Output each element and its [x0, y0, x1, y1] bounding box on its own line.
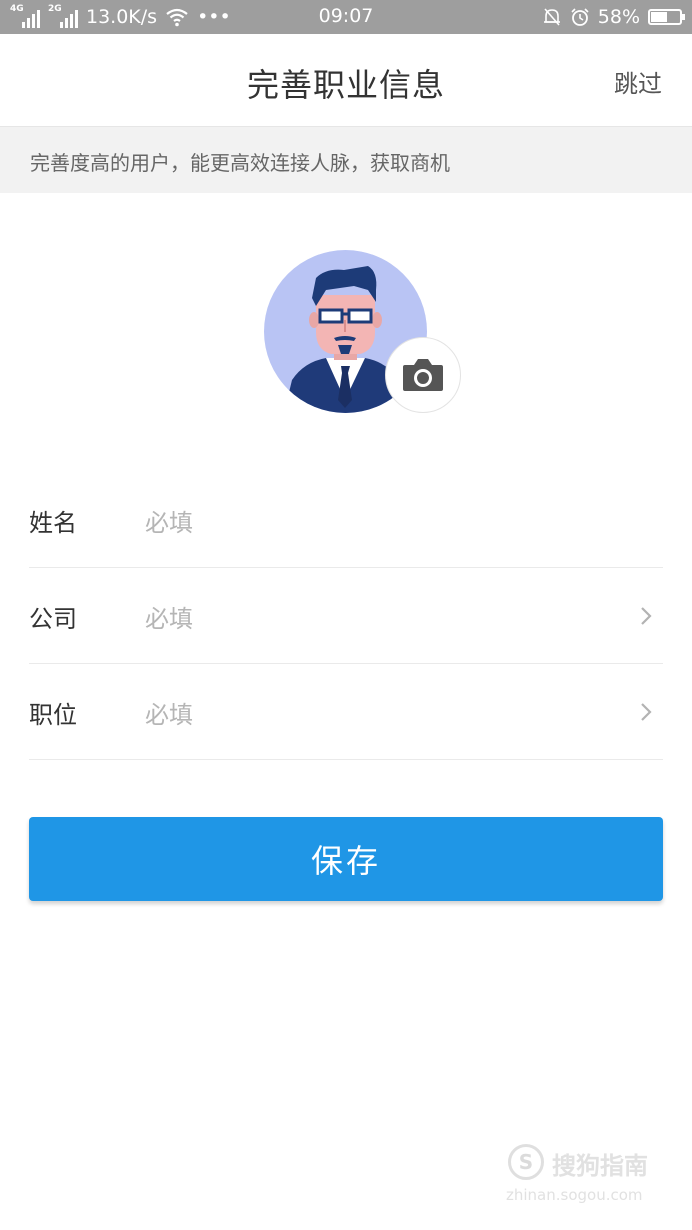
save-button[interactable]: 保存 — [29, 817, 663, 901]
silent-bell-icon — [543, 8, 560, 26]
company-label: 公司 — [29, 605, 77, 633]
company-input[interactable]: 必填 — [145, 599, 193, 634]
status-bar-right: 58% — [542, 4, 685, 30]
save-button-label: 保存 — [310, 842, 381, 880]
name-input[interactable]: 必填 — [145, 503, 193, 538]
form-row-company[interactable]: 公司 必填 — [29, 567, 663, 664]
status-bar: 4G 2G 13.0K/s ••• 09:07 58% — [0, 0, 692, 34]
battery-percent: 58% — [597, 6, 640, 28]
page-title: 完善职业信息 — [246, 66, 445, 104]
position-label: 职位 — [29, 701, 77, 729]
position-input[interactable]: 必填 — [145, 695, 193, 730]
camera-icon — [403, 359, 443, 391]
change-avatar-button[interactable] — [385, 337, 461, 413]
tip-text: 完善度高的用户，能更高效连接人脉，获取商机 — [30, 151, 450, 175]
watermark-url: zhinan.sogou.com — [506, 1186, 643, 1204]
chevron-right-icon — [641, 607, 652, 625]
watermark: S 搜狗指南 zhinan.sogou.com — [506, 1144, 668, 1204]
sogou-logo-icon: S — [508, 1144, 544, 1180]
watermark-name: 搜狗指南 — [552, 1152, 648, 1180]
battery-icon — [648, 9, 685, 25]
form-row-position[interactable]: 职位 必填 — [29, 663, 663, 760]
form-row-name[interactable]: 姓名 必填 — [29, 471, 663, 568]
chevron-right-icon — [641, 703, 652, 721]
header: 完善职业信息 跳过 — [0, 34, 692, 127]
skip-button[interactable]: 跳过 — [614, 64, 662, 99]
name-label: 姓名 — [29, 509, 77, 537]
alarm-icon — [571, 8, 589, 26]
tip-banner: 完善度高的用户，能更高效连接人脉，获取商机 — [0, 127, 692, 193]
